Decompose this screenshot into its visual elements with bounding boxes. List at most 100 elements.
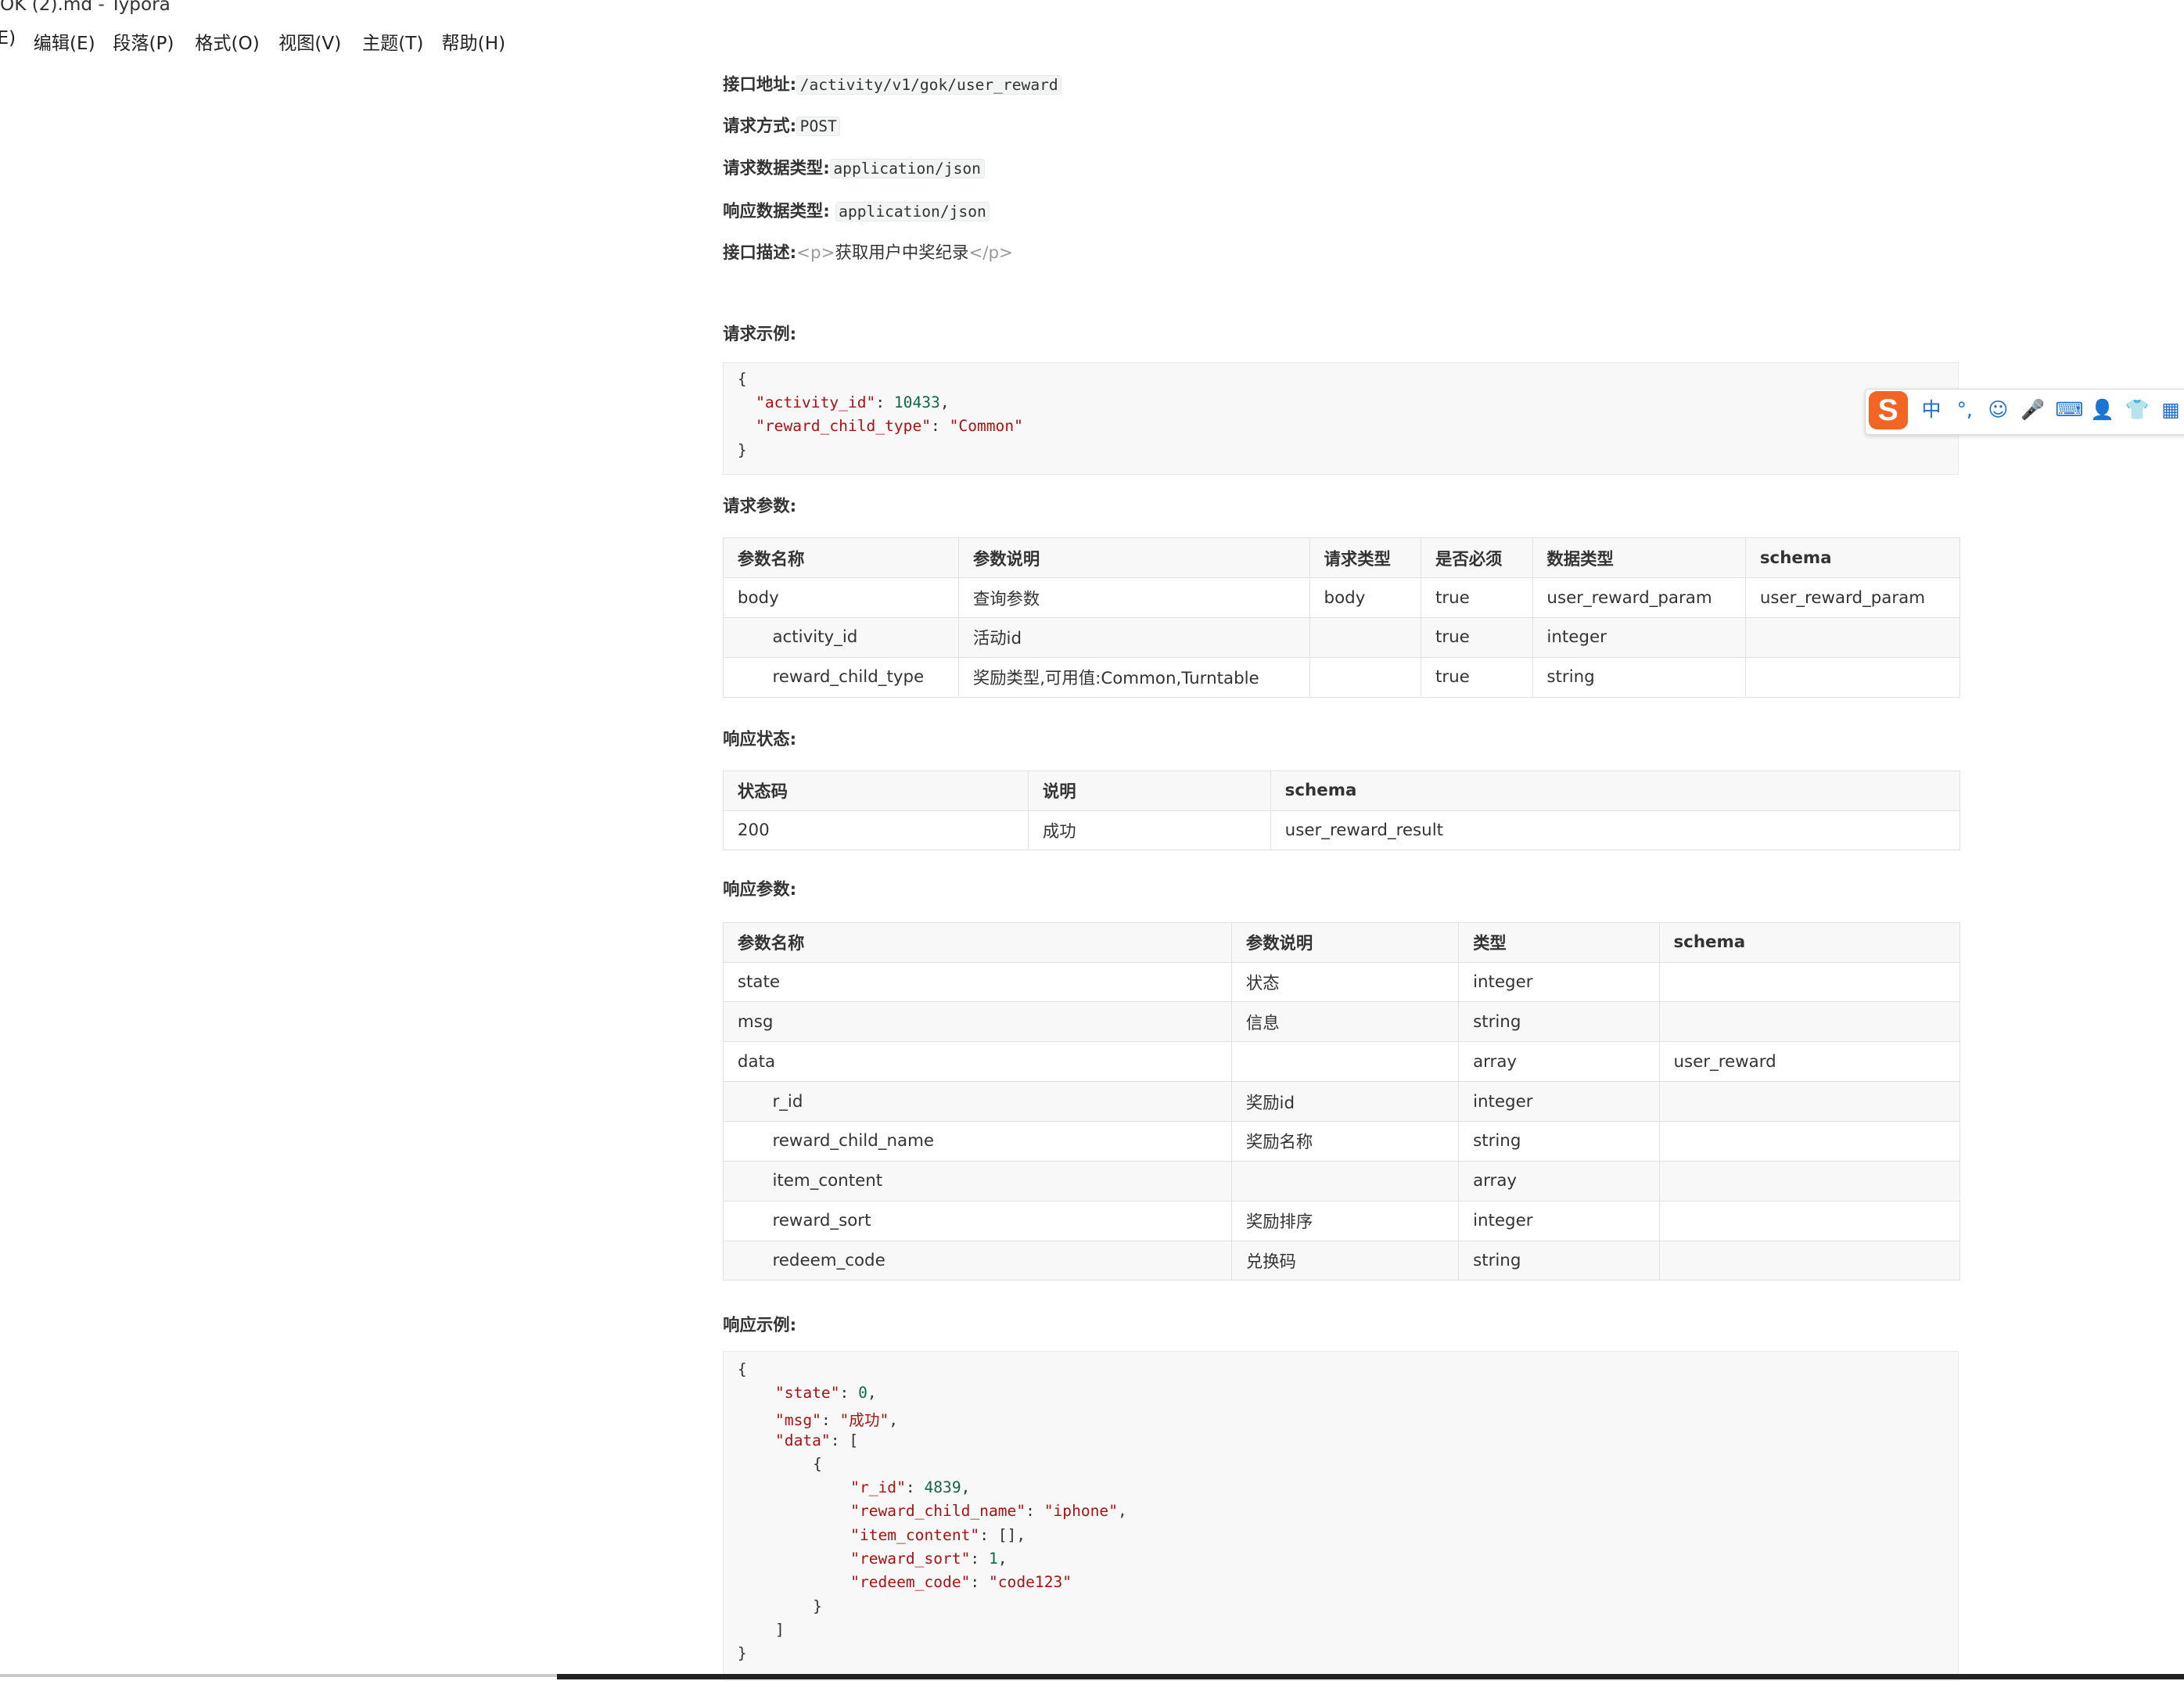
table-cell: true — [1421, 616, 1533, 658]
ime-user-icon[interactable]: 👤 — [2090, 397, 2115, 422]
menu-view[interactable]: 视图(V) — [278, 28, 341, 55]
code-separator: : — [1026, 1502, 1044, 1521]
table-cell: r_id — [723, 1081, 1233, 1122]
table-cell: redeem_code — [723, 1240, 1233, 1281]
scrollbar-track — [0, 1674, 558, 1677]
table-cell: body — [1309, 577, 1422, 618]
request-method-line: 请求方式: POST — [723, 113, 841, 137]
code-value: 10433 — [893, 393, 940, 412]
code-punct: , — [1118, 1502, 1127, 1521]
code-line: ] — [775, 1621, 785, 1639]
table-cell — [1658, 1240, 1961, 1281]
table-header-cell: 类型 — [1458, 921, 1660, 963]
response-type-line: 响应数据类型: application/json — [723, 198, 990, 222]
code-line: "msg": "成功", — [775, 1407, 898, 1430]
api-description-line: 接口描述:<p>获取用户中奖纪录</p> — [723, 239, 1013, 264]
table-cell — [1658, 961, 1961, 1003]
table-cell — [1658, 1120, 1961, 1162]
table-header-cell: 状态码 — [723, 770, 1029, 811]
ime-toolbox-icon[interactable]: ▦ — [2158, 397, 2183, 422]
menu-format[interactable]: 格式(O) — [195, 28, 260, 55]
table-cell: string — [1532, 656, 1747, 698]
table-cell: array — [1458, 1160, 1660, 1201]
code-value: 0 — [858, 1384, 867, 1403]
table-cell: msg — [723, 1001, 1233, 1043]
table-cell: 成功 — [1028, 810, 1271, 851]
code-value: [ — [849, 1431, 859, 1449]
code-line: "item_content": [], — [850, 1526, 1026, 1544]
code-value: "Common" — [949, 417, 1023, 436]
table-cell: user_reward_param — [1745, 577, 1961, 618]
sogou-logo-icon[interactable]: S — [1868, 390, 1908, 430]
table-cell: item_content — [723, 1160, 1233, 1201]
code-key: "redeem_code" — [850, 1573, 971, 1592]
code-key: "r_id" — [850, 1478, 906, 1497]
ime-toolbar[interactable]: S 中 °, ☺ 🎤 ⌨ 👤 👕 ▦ — [1865, 388, 2184, 435]
ime-voice-icon[interactable]: 🎤 — [2021, 397, 2046, 422]
table-header-cell: 请求类型 — [1309, 537, 1422, 579]
table-cell: integer — [1458, 1081, 1660, 1122]
code-line: "r_id": 4839, — [850, 1478, 970, 1496]
request-example-heading: 请求示例: — [723, 324, 797, 344]
table-header-cell: 参数名称 — [723, 537, 960, 579]
code-punct: , — [997, 1550, 1008, 1568]
menu-theme[interactable]: 主题(T) — [362, 28, 423, 55]
table-cell: 兑换码 — [1231, 1240, 1460, 1281]
code-key: "state" — [775, 1384, 840, 1403]
menu-edit[interactable]: 编辑(E) — [34, 28, 95, 55]
table-cell — [1658, 1081, 1961, 1122]
table-cell: true — [1421, 577, 1533, 618]
table-header-cell: schema — [1270, 770, 1961, 811]
table-cell: string — [1458, 1120, 1660, 1162]
response-example-heading: 响应示例: — [723, 1316, 797, 1336]
table-header-cell: schema — [1745, 537, 1961, 579]
table-cell: reward_child_name — [723, 1120, 1233, 1162]
table-cell — [1745, 656, 1961, 698]
table-row: reward_child_type 奖励类型,可用值:Common,Turntab… — [723, 656, 1961, 698]
table-cell: 200 — [723, 810, 1029, 851]
table-cell: user_reward_result — [1270, 810, 1961, 851]
table-cell: 查询参数 — [958, 577, 1310, 618]
response-status-table: 状态码 说明 schema 200 成功 user_reward_result — [723, 770, 1961, 851]
code-line: "state": 0, — [775, 1384, 877, 1402]
table-header-cell: 数据类型 — [1532, 537, 1747, 579]
code-separator: : — [821, 1411, 840, 1430]
code-separator: : — [830, 1431, 850, 1449]
menu-paragraph[interactable]: 段落(P) — [113, 28, 174, 55]
horizontal-scrollbar[interactable] — [557, 1674, 2184, 1680]
window-title: OK (2).md - Typora — [0, 0, 171, 15]
menu-help[interactable]: 帮助(H) — [441, 28, 505, 55]
ime-chinese-mode-icon[interactable]: 中 — [1919, 397, 1944, 422]
code-punct: , — [939, 393, 950, 412]
code-line: } — [738, 1644, 747, 1662]
code-key: "activity_id" — [756, 393, 876, 412]
table-header-cell: 说明 — [1028, 770, 1271, 811]
code-value: 4839 — [924, 1478, 961, 1497]
ime-emoji-icon[interactable]: ☺ — [1985, 397, 2010, 422]
table-row: msg 信息 string — [723, 1001, 1961, 1043]
table-cell — [1658, 1001, 1961, 1043]
response-params-table: 参数名称 参数说明 类型 schema state 状态 integer msg 信息 stri… — [723, 921, 1961, 1281]
ime-skin-icon[interactable]: 👕 — [2125, 397, 2150, 422]
response-example-code-block[interactable]: {"state": 0, "msg": "成功", "data": [{"r_id"… — [723, 1351, 1959, 1681]
code-value: [] — [997, 1525, 1017, 1544]
menu-file[interactable]: E) — [0, 28, 16, 48]
table-row: reward_child_name 奖励名称 string — [723, 1120, 1961, 1162]
code-key: "reward_child_type" — [756, 417, 932, 436]
response-status-heading: 响应状态: — [723, 729, 797, 749]
code-punct: , — [867, 1384, 877, 1403]
request-example-code-block[interactable]: {"activity_id": 10433, "reward_child_type… — [723, 361, 1959, 476]
code-value: "code123" — [988, 1573, 1072, 1592]
code-line: "data": [ — [775, 1431, 858, 1449]
ime-punctuation-icon[interactable]: °, — [1952, 397, 1977, 422]
table-cell: reward_sort — [723, 1200, 1233, 1241]
code-line: "reward_child_name": "iphone", — [850, 1502, 1127, 1520]
code-value: "成功" — [839, 1411, 889, 1430]
code-token: { — [737, 1360, 747, 1378]
code-separator: : — [970, 1573, 989, 1592]
table-header-cell: 参数说明 — [958, 537, 1310, 579]
request-type-line: 请求数据类型: application/json — [723, 155, 985, 179]
table-cell: string — [1458, 1001, 1660, 1043]
ime-keyboard-icon[interactable]: ⌨ — [2055, 397, 2083, 422]
table-cell: integer — [1458, 1200, 1660, 1241]
